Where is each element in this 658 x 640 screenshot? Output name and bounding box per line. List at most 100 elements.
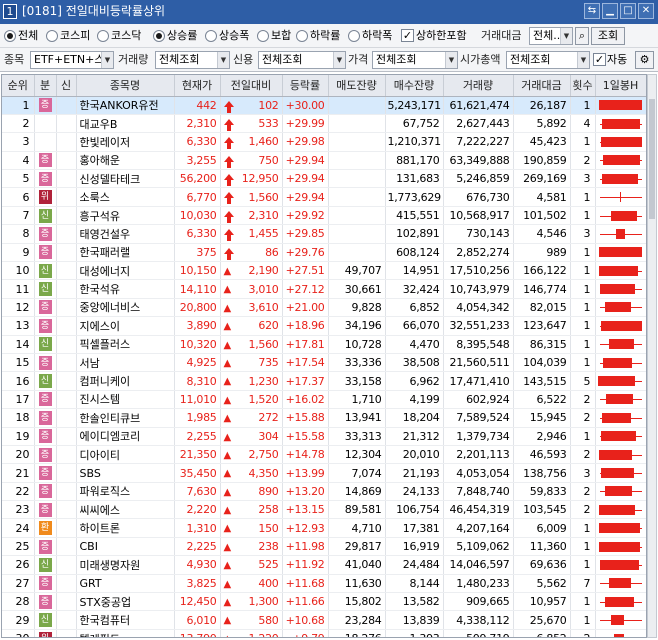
table-row[interactable]: 24 환 하이트론 1,310 ▲ 150 +12.93 4,710 17,381 4,207,1… (2, 518, 646, 538)
minimize-button[interactable]: ▁ (602, 3, 618, 19)
up-triangle-icon: ▲ (223, 266, 232, 278)
up-triangle-icon: ▲ (223, 541, 232, 553)
table-row[interactable]: 22 증 파워로직스 7,630 ▲ 890 +13.20 14,869 24,133 7,848… (2, 482, 646, 502)
col-credit[interactable]: 신 (56, 75, 77, 97)
amount-cell: 101,502 (513, 206, 571, 226)
table-row[interactable]: 26 신 미래생명자원 4,930 ▲ 525 +11.92 41,040 24,484 14,0… (2, 555, 646, 575)
trade-amount-select[interactable]: 전체... ▼ (529, 27, 573, 45)
maximize-button[interactable]: □ (620, 3, 636, 19)
stock-filter-select[interactable]: ETF+ETN+스팩 ▼ (30, 51, 114, 69)
radio-rank-rise-rate[interactable] (153, 30, 165, 42)
col-volume[interactable]: 거래량 (443, 75, 514, 97)
table-row[interactable]: 21 증 SBS 35,450 ▲ 4,350 +13.99 7,074 21,193 4,053… (2, 463, 646, 483)
table-row[interactable]: 1 증 한국ANKOR유전 442 102 +30.00 5,243,171 61,621,4… (2, 96, 646, 115)
table-row[interactable]: 15 증 서남 4,925 ▲ 735 +17.54 33,336 38,508 21,560,5… (2, 353, 646, 373)
table-row[interactable]: 28 증 STX중공업 12,450 ▲ 1,300 +11.66 15,802 13,582 9… (2, 592, 646, 612)
radio-rank-fall-rate[interactable] (296, 30, 308, 42)
rank-cell: 16 (2, 371, 35, 391)
search-button[interactable]: ⌕ (575, 27, 589, 45)
table-row[interactable]: 20 증 디아이티 21,350 ▲ 2,750 +14.78 12,304 20,010 2,2… (2, 445, 646, 465)
col-bid[interactable]: 매수잔량 (385, 75, 444, 97)
candle-cell (595, 243, 646, 263)
table-row[interactable]: 23 증 씨씨에스 2,220 ▲ 258 +13.15 89,581 106,754 46,45… (2, 500, 646, 520)
class-cell: 위 (34, 187, 57, 207)
col-diff[interactable]: 전일대비 (220, 75, 283, 97)
up-triangle-icon: ▲ (223, 431, 232, 443)
table-row[interactable]: 27 증 GRT 3,825 ▲ 400 +11.68 11,630 8,144 1,480,23… (2, 574, 646, 594)
table-row[interactable]: 9 증 한국패러랠 375 86 +29.76 608,124 2,852,274 989 1 (2, 243, 646, 263)
table-row[interactable]: 3 한빛레이저 6,330 1,460 +29.98 1,210,371 7,222,227… (2, 132, 646, 152)
table-row[interactable]: 12 증 중앙에너비스 20,800 ▲ 3,610 +21.00 9,828 6,852 4,0… (2, 298, 646, 318)
table-row[interactable]: 11 신 한국석유 14,110 ▲ 3,010 +27.12 30,661 32,424 10,… (2, 279, 646, 299)
table-row[interactable]: 7 신 흥구석유 10,030 2,310 +29.92 415,551 10,568,917… (2, 206, 646, 226)
table-row[interactable]: 25 증 CBI 2,225 ▲ 238 +11.98 29,817 16,919 5,109,0… (2, 537, 646, 557)
daily-candle-chart (598, 98, 644, 112)
price-cell: 6,770 (174, 187, 221, 207)
col-rate[interactable]: 등락률 (282, 75, 329, 97)
table-row[interactable]: 6 위 소룩스 6,770 1,560 +29.94 1,773,629 676,730 4,5… (2, 187, 646, 207)
vertical-scrollbar[interactable] (647, 74, 657, 638)
radio-rank-fall-amount-label: 하락폭 (362, 29, 393, 42)
table-row[interactable]: 30위 텔레필드13,790▲ 1,220+9.7918,2761,393509,7… (2, 629, 646, 637)
col-count[interactable]: 횟수 (570, 75, 596, 97)
col-rank[interactable]: 순위 (2, 75, 35, 97)
close-button[interactable]: ✕ (638, 3, 654, 19)
price-cell: 2,310 (174, 114, 221, 134)
candle-cell (595, 629, 646, 637)
limit-checkbox[interactable]: ✓ (401, 29, 414, 42)
class-cell: 증 (34, 574, 57, 594)
col-candle[interactable]: 1일봉H (595, 75, 646, 97)
name-cell: 픽셀플러스 (76, 335, 175, 354)
col-price[interactable]: 현재가 (174, 75, 221, 97)
gear-icon[interactable]: ⚙ (635, 51, 654, 69)
query-button[interactable]: 조회 (591, 27, 625, 45)
table-row[interactable]: 5 증 신성델타테크 56,200 12,950 +29.94 131,683 5,246,8… (2, 169, 646, 189)
class-cell: 신 (34, 206, 57, 226)
up-triangle-icon: ▲ (223, 394, 232, 406)
bid-cell: 5,243,171 (385, 96, 444, 115)
rank-cell: 20 (2, 445, 35, 465)
table-row[interactable]: 19 증 에이디엠코리 2,255 ▲ 304 +15.58 33,313 21,312 1,37… (2, 427, 646, 446)
table-row[interactable]: 29 신 한국컴퓨터 6,010 ▲ 580 +10.68 23,284 13,839 4,338… (2, 610, 646, 630)
radio-rank-fall-amount[interactable] (348, 30, 360, 42)
rate-cell: +29.85 (282, 224, 329, 244)
col-ask[interactable]: 매도잔량 (328, 75, 386, 97)
name-cell: 한국ANKOR유전 (76, 96, 175, 115)
table-row[interactable]: 4 증 홍아해운 3,255 750 +29.94 881,170 63,349,888 190… (2, 151, 646, 171)
daily-candle-chart (598, 466, 644, 480)
radio-rank-rise-amount[interactable] (205, 30, 217, 42)
table-row[interactable]: 8 증 태영건설우 6,330 1,455 +29.85 102,891 730,143 4,5… (2, 224, 646, 244)
scrollbar-thumb[interactable] (649, 99, 655, 219)
ask-cell (328, 169, 386, 189)
window-number: 1 (3, 4, 17, 19)
diff-cell: ▲ 150 (220, 518, 283, 538)
price-filter-select[interactable]: 전체조회 ▼ (372, 51, 458, 69)
daily-candle-chart (598, 209, 644, 223)
col-name[interactable]: 종목명 (76, 75, 175, 97)
radio-rank-flat[interactable] (257, 30, 269, 42)
radio-market-kosdaq[interactable] (97, 30, 109, 42)
table-row[interactable]: 16 신 컴퍼니케이 8,310 ▲ 1,230 +17.37 33,158 6,962 17,4… (2, 371, 646, 391)
table-row[interactable]: 10 신 대성에너지 10,150 ▲ 2,190 +27.51 49,707 14,951 17… (2, 261, 646, 281)
ask-cell: 33,336 (328, 353, 386, 373)
table-row[interactable]: 2 대교우B 2,310 533 +29.99 67,752 2,627,443 5,892 4 (2, 114, 646, 134)
radio-market-all[interactable] (4, 30, 16, 42)
col-amount[interactable]: 거래대금 (513, 75, 571, 97)
table-row[interactable]: 17 증 진시스템 11,010 ▲ 1,520 +16.02 1,710 4,199 602,9… (2, 390, 646, 410)
col-class[interactable]: 분 (34, 75, 57, 97)
diff-value: 620 (258, 319, 279, 333)
count-cell: 1 (570, 427, 596, 446)
price-cell: 10,030 (174, 206, 221, 226)
credit-cell (56, 353, 77, 373)
table-row[interactable]: 13 증 지에스이 3,890 ▲ 620 +18.96 34,196 66,070 32,551… (2, 316, 646, 336)
credit-filter-select[interactable]: 전체조회 ▼ (258, 51, 346, 69)
link-icon[interactable]: ⇆ (584, 3, 600, 19)
limit-up-arrow-icon (223, 137, 234, 150)
amount-cell: 190,859 (513, 151, 571, 171)
market-cap-filter-select[interactable]: 전체조회 ▼ (506, 51, 590, 69)
auto-checkbox[interactable]: ✓ (593, 53, 606, 66)
table-row[interactable]: 18 증 한솔인티큐브 1,985 ▲ 272 +15.88 13,941 18,204 7,58… (2, 408, 646, 428)
radio-market-kospi[interactable] (46, 30, 58, 42)
table-row[interactable]: 14 신 픽셀플러스 10,320 ▲ 1,560 +17.81 10,728 4,470 8,3… (2, 335, 646, 354)
volume-filter-select[interactable]: 전체조회 ▼ (155, 51, 230, 69)
